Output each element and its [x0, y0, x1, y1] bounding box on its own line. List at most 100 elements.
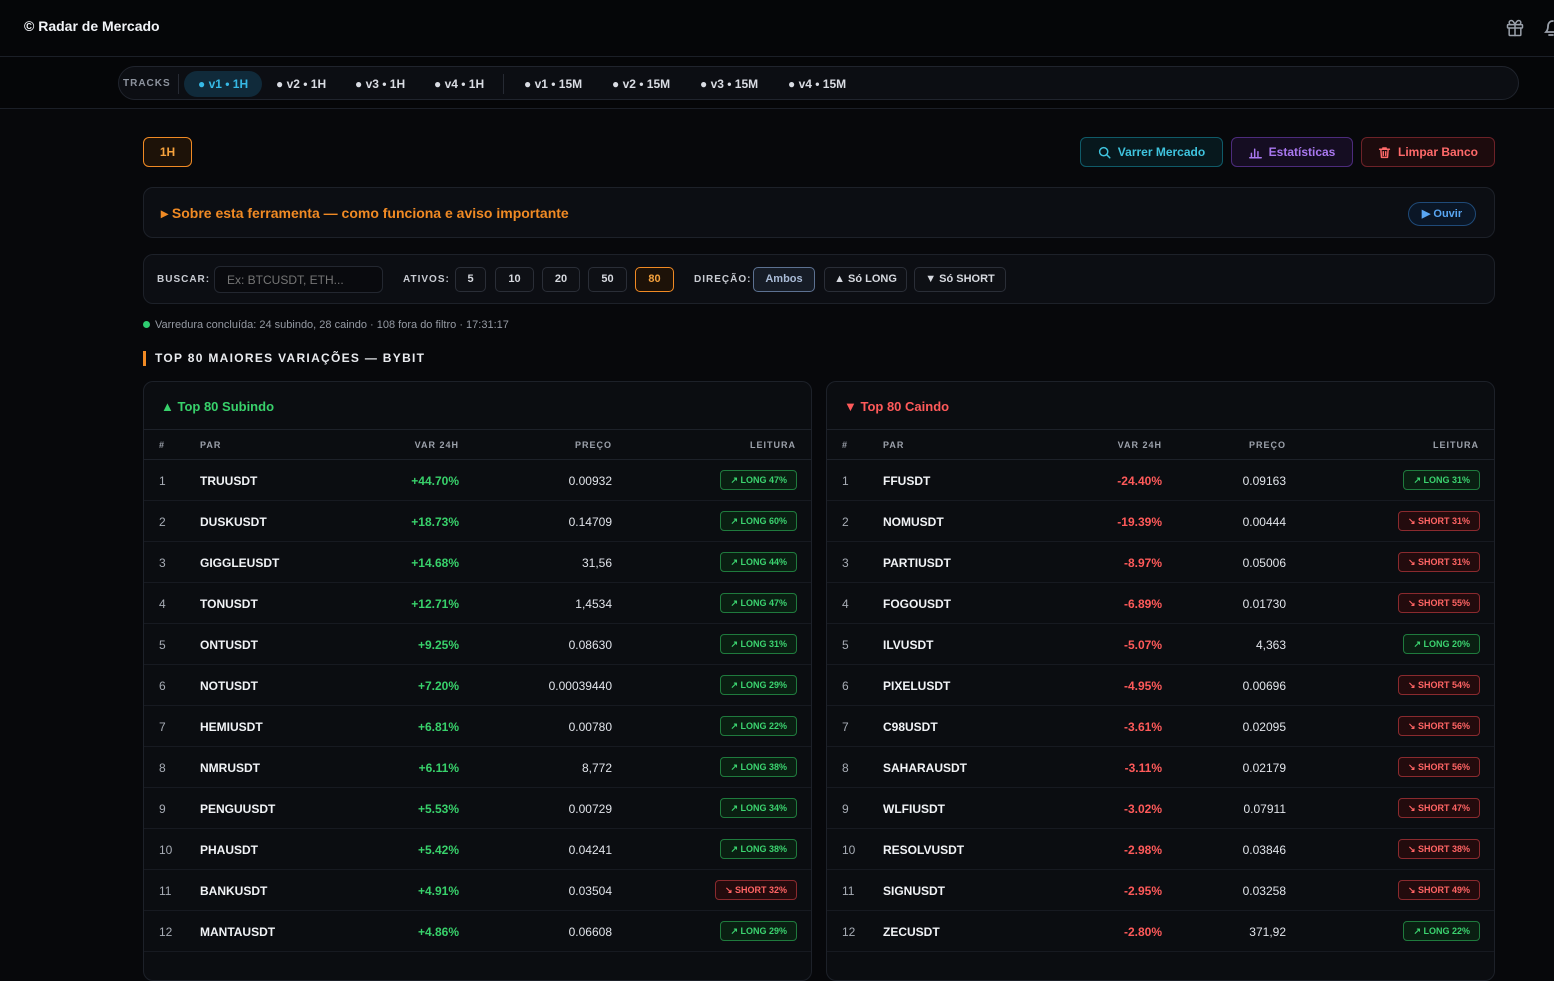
price-value: 4,363	[1255, 638, 1286, 652]
search-icon	[1098, 146, 1111, 159]
table-row[interactable]: 4 FOGOUSDT -6.89% 0.01730 ↘ SHORT 55%	[827, 583, 1494, 624]
track-v1-1h[interactable]: ● v1 • 1H	[184, 71, 263, 97]
table-row[interactable]: 8 NMRUSDT +6.11% 8,772 ↗ LONG 38%	[144, 747, 811, 788]
reading-badge: ↘ SHORT 38%	[1397, 839, 1480, 859]
variation-24h: -6.89%	[1123, 597, 1162, 611]
assets-option-10[interactable]: 10	[495, 267, 534, 292]
gainers-panel: ▲ Top 80 Subindo # PAR VAR 24H PREÇO LEI…	[143, 381, 812, 981]
table-row[interactable]: 12 MANTAUSDT +4.86% 0.06608 ↗ LONG 29%	[144, 911, 811, 952]
track-v2-15m[interactable]: ● v2 • 15M	[598, 71, 684, 97]
status-dot-icon	[143, 321, 150, 328]
search-input[interactable]	[214, 266, 383, 293]
table-row[interactable]: 2 NOMUSDT -19.39% 0.00444 ↘ SHORT 31%	[827, 501, 1494, 542]
col-price: PREÇO	[574, 440, 612, 450]
price-value: 0.08630	[568, 638, 612, 652]
table-row[interactable]: 4 TONUSDT +12.71% 1,4534 ↗ LONG 47%	[144, 583, 811, 624]
price-value: 0.05006	[1242, 556, 1286, 570]
variation-24h: -19.39%	[1117, 515, 1162, 529]
direction-short-button[interactable]: ▼ Só SHORT	[914, 267, 1006, 292]
col-idx: #	[842, 440, 849, 450]
pair-symbol: TONUSDT	[200, 597, 258, 611]
variation-24h: -2.80%	[1123, 925, 1162, 939]
reading-badge: ↗ LONG 29%	[720, 675, 797, 695]
variation-24h: +12.71%	[411, 597, 459, 611]
gift-icon[interactable]	[1505, 18, 1525, 38]
row-index: 7	[842, 720, 849, 734]
direction-long-button[interactable]: ▲ Só LONG	[824, 267, 907, 292]
table-row[interactable]: 1 TRUUSDT +44.70% 0.00932 ↗ LONG 47%	[144, 460, 811, 501]
table-row[interactable]: 7 HEMIUSDT +6.81% 0.00780 ↗ LONG 22%	[144, 706, 811, 747]
about-accordion[interactable]: ▸ Sobre esta ferramenta — como funciona …	[143, 187, 1495, 238]
track-v3-1h[interactable]: ● v3 • 1H	[341, 71, 419, 97]
table-row[interactable]: 3 GIGGLEUSDT +14.68% 31,56 ↗ LONG 44%	[144, 542, 811, 583]
assets-option-20[interactable]: 20	[542, 267, 580, 292]
col-var: VAR 24H	[1117, 440, 1162, 450]
price-value: 0.06608	[568, 925, 612, 939]
table-row[interactable]: 5 ONTUSDT +9.25% 0.08630 ↗ LONG 31%	[144, 624, 811, 665]
table-row[interactable]: 8 SAHARAUSDT -3.11% 0.02179 ↘ SHORT 56%	[827, 747, 1494, 788]
gainers-title: ▲ Top 80 Subindo	[161, 399, 275, 414]
pair-symbol: RESOLVUSDT	[883, 843, 965, 857]
variation-24h: +18.73%	[411, 515, 459, 529]
assets-option-5[interactable]: 5	[455, 267, 486, 292]
assets-option-80[interactable]: 80	[635, 267, 674, 292]
clear-database-label: Limpar Banco	[1397, 145, 1478, 159]
scan-market-label: Varrer Mercado	[1117, 145, 1206, 159]
table-row[interactable]: 12 ZECUSDT -2.80% 371,92 ↗ LONG 22%	[827, 911, 1494, 952]
statistics-button[interactable]: Estatísticas	[1231, 137, 1353, 167]
table-row[interactable]: 6 NOTUSDT +7.20% 0.00039440 ↗ LONG 29%	[144, 665, 811, 706]
row-index: 12	[159, 925, 173, 939]
reading-badge: ↗ LONG 44%	[720, 552, 797, 572]
row-index: 1	[842, 474, 849, 488]
pair-symbol: PENGUUSDT	[200, 802, 276, 816]
table-row[interactable]: 10 PHAUSDT +5.42% 0.04241 ↗ LONG 38%	[144, 829, 811, 870]
reading-badge: ↘ SHORT 56%	[1397, 716, 1480, 736]
variation-24h: -5.07%	[1123, 638, 1162, 652]
price-value: 1,4534	[575, 597, 612, 611]
track-v4-15m[interactable]: ● v4 • 15M	[774, 71, 860, 97]
track-v4-1h[interactable]: ● v4 • 1H	[420, 71, 498, 97]
row-index: 4	[842, 597, 849, 611]
bell-icon[interactable]	[1544, 16, 1554, 38]
price-value: 0.02095	[1242, 720, 1286, 734]
reading-badge: ↗ LONG 20%	[1403, 634, 1480, 654]
price-value: 0.03258	[1242, 884, 1286, 898]
variation-24h: +4.86%	[417, 925, 459, 939]
direction-both-button[interactable]: Ambos	[753, 267, 815, 292]
row-index: 10	[842, 843, 856, 857]
clear-database-button[interactable]: Limpar Banco	[1361, 137, 1495, 167]
reading-badge: ↗ LONG 29%	[720, 921, 797, 941]
variation-24h: +9.25%	[417, 638, 459, 652]
table-row[interactable]: 11 SIGNUSDT -2.95% 0.03258 ↘ SHORT 49%	[827, 870, 1494, 911]
table-row[interactable]: 5 ILVUSDT -5.07% 4,363 ↗ LONG 20%	[827, 624, 1494, 665]
row-index: 10	[159, 843, 173, 857]
table-row[interactable]: 6 PIXELUSDT -4.95% 0.00696 ↘ SHORT 54%	[827, 665, 1494, 706]
track-v2-1h[interactable]: ● v2 • 1H	[262, 71, 340, 97]
table-row[interactable]: 9 PENGUUSDT +5.53% 0.00729 ↗ LONG 34%	[144, 788, 811, 829]
listen-button[interactable]: ▶ Ouvir	[1408, 202, 1476, 226]
assets-option-50[interactable]: 50	[588, 267, 627, 292]
variation-24h: -2.95%	[1123, 884, 1162, 898]
row-index: 2	[159, 515, 166, 529]
table-row[interactable]: 9 WLFIUSDT -3.02% 0.07911 ↘ SHORT 47%	[827, 788, 1494, 829]
tracks-label: TRACKS	[123, 78, 171, 89]
row-index: 8	[842, 761, 849, 775]
price-value: 0.09163	[1242, 474, 1286, 488]
table-row[interactable]: 3 PARTIUSDT -8.97% 0.05006 ↘ SHORT 31%	[827, 542, 1494, 583]
variation-24h: -8.97%	[1123, 556, 1162, 570]
table-row[interactable]: 2 DUSKUSDT +18.73% 0.14709 ↗ LONG 60%	[144, 501, 811, 542]
table-row[interactable]: 1 FFUSDT -24.40% 0.09163 ↗ LONG 31%	[827, 460, 1494, 501]
price-value: 0.04241	[568, 843, 612, 857]
table-row[interactable]: 7 C98USDT -3.61% 0.02095 ↘ SHORT 56%	[827, 706, 1494, 747]
timeframe-button[interactable]: 1H	[143, 137, 192, 167]
track-v1-15m[interactable]: ● v1 • 15M	[510, 71, 596, 97]
row-index: 5	[842, 638, 849, 652]
reading-badge: ↗ LONG 47%	[720, 470, 797, 490]
row-index: 4	[159, 597, 166, 611]
table-row[interactable]: 11 BANKUSDT +4.91% 0.03504 ↘ SHORT 32%	[144, 870, 811, 911]
track-v3-15m[interactable]: ● v3 • 15M	[686, 71, 772, 97]
direction-label: DIREÇÃO:	[694, 274, 752, 285]
reading-badge: ↘ SHORT 31%	[1397, 511, 1480, 531]
table-row[interactable]: 10 RESOLVUSDT -2.98% 0.03846 ↘ SHORT 38%	[827, 829, 1494, 870]
scan-market-button[interactable]: Varrer Mercado	[1080, 137, 1223, 167]
